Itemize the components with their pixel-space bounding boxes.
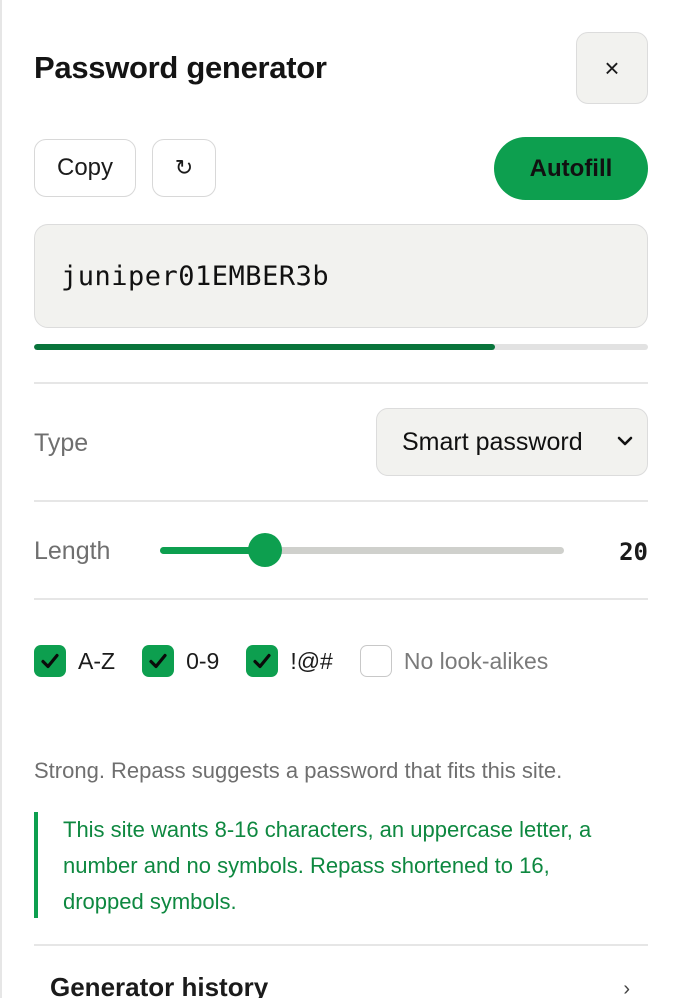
- option-label: 0-9: [186, 647, 220, 674]
- autofill-button[interactable]: Autofill: [494, 137, 648, 200]
- character-options: A-Z 0-9 !@# No look-alikes: [34, 644, 648, 678]
- type-label: Type: [34, 429, 89, 457]
- regenerate-button[interactable]: ↻: [152, 139, 216, 197]
- generator-history-label: Generator history: [50, 972, 269, 998]
- divider: [34, 500, 648, 502]
- chevron-down-icon: [617, 436, 633, 446]
- chevron-right-icon: ›: [623, 978, 630, 998]
- strength-hint: Strong. Repass suggests a password that …: [34, 758, 563, 783]
- length-label: Length: [34, 537, 111, 565]
- notice-line: dropped symbols.: [63, 889, 237, 914]
- checkmark-icon: [41, 653, 59, 669]
- length-slider-thumb[interactable]: [248, 533, 283, 567]
- password-generator-panel: Password generator × Copy ↻ Autofill jun…: [34, 0, 648, 998]
- length-slider[interactable]: [160, 532, 564, 568]
- option-symbols[interactable]: !@#: [246, 645, 333, 677]
- option-numbers[interactable]: 0-9: [142, 645, 219, 677]
- action-bar: Copy ↻ Autofill: [34, 137, 648, 200]
- strength-meter-fill: [34, 344, 495, 350]
- length-value: 20: [619, 538, 648, 566]
- page-title: Password generator: [34, 50, 327, 85]
- panel-header: Password generator ×: [34, 32, 648, 104]
- checkmark-icon: [149, 653, 167, 669]
- close-button[interactable]: ×: [576, 32, 648, 104]
- site-rules-notice: This site wants 8-16 characters, an uppe…: [34, 812, 648, 918]
- copy-button[interactable]: Copy: [34, 139, 136, 197]
- option-label: !@#: [290, 647, 333, 674]
- option-uppercase[interactable]: A-Z: [34, 645, 115, 677]
- divider: [34, 598, 648, 600]
- checkbox-unchecked[interactable]: [359, 645, 392, 677]
- refresh-icon: ↻: [174, 155, 194, 180]
- close-icon: ×: [604, 52, 620, 83]
- option-no-look-alikes[interactable]: No look-alikes: [359, 645, 549, 677]
- checkbox-checked[interactable]: [142, 645, 175, 677]
- notice-line: This site wants 8-16 characters, an uppe…: [63, 817, 592, 842]
- password-field[interactable]: juniper01EMBER3b: [34, 224, 648, 328]
- option-label: No look-alikes: [403, 647, 549, 674]
- checkbox-checked[interactable]: [246, 645, 279, 677]
- type-select[interactable]: Smart password: [376, 408, 648, 476]
- divider: [34, 382, 648, 384]
- password-value: juniper01EMBER3b: [61, 260, 330, 292]
- checkbox-checked[interactable]: [34, 645, 66, 677]
- strength-meter: [34, 344, 648, 350]
- checkmark-icon: [253, 653, 271, 669]
- type-select-value: Smart password: [402, 427, 583, 456]
- generator-history-row[interactable]: Generator history ›: [34, 944, 648, 998]
- notice-line: number and no symbols. Repass shortened …: [63, 853, 550, 878]
- option-label: A-Z: [78, 647, 116, 674]
- panel-left-border: [0, 0, 2, 998]
